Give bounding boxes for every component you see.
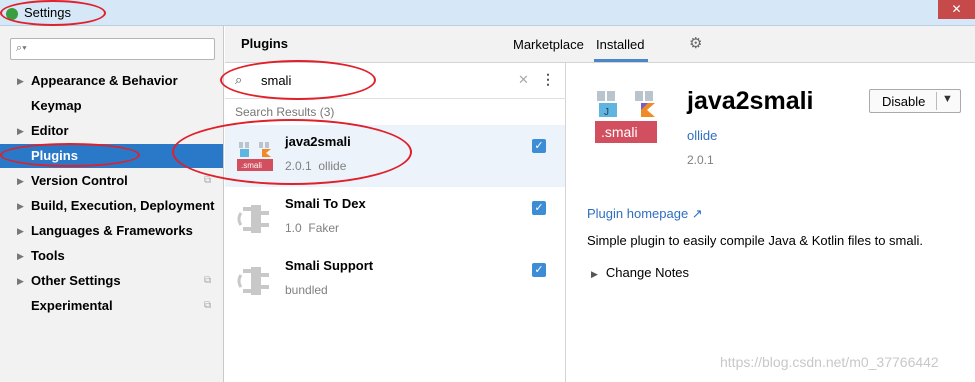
- app-icon: [6, 8, 18, 20]
- plugin-row-smali-support[interactable]: Smali Support bundled ✓: [225, 249, 565, 311]
- button-divider: [936, 92, 937, 110]
- sidebar-item-other-settings[interactable]: ▶ Other Settings ⧉: [0, 269, 223, 293]
- plugin-name: java2smali: [285, 134, 351, 149]
- svg-text:J: J: [604, 107, 609, 118]
- sidebar-item-label: Experimental: [31, 298, 113, 313]
- plugin-name: Smali Support: [285, 258, 374, 273]
- expand-arrow-icon[interactable]: ▶: [17, 169, 24, 193]
- change-notes-label: Change Notes: [605, 265, 690, 280]
- expand-arrow-icon[interactable]: ▶: [17, 269, 24, 293]
- plugin-search-field[interactable]: ⌕ smali ✕ ⋮: [225, 63, 566, 99]
- plugin-homepage-link[interactable]: Plugin homepage ↗: [587, 206, 703, 222]
- plugin-enabled-checkbox[interactable]: ✓: [532, 263, 546, 277]
- close-button[interactable]: ✕: [938, 0, 975, 19]
- disable-label: Disable: [882, 94, 926, 109]
- project-scope-icon: ⧉: [204, 175, 212, 186]
- project-scope-icon: ⧉: [204, 300, 212, 311]
- sidebar-item-label: Editor: [31, 123, 69, 138]
- gear-icon[interactable]: ⚙: [689, 34, 702, 52]
- settings-sidebar: ⌕▾ ▶ Appearance & Behavior Keymap ▶ Editor Pl…: [0, 26, 224, 382]
- search-icon: ⌕▾: [16, 42, 27, 54]
- sidebar-item-plugins[interactable]: Plugins: [0, 144, 223, 168]
- plugins-header: Plugins Marketplace Installed ⚙: [225, 26, 975, 63]
- plugin-version: 2.0.1: [687, 153, 714, 167]
- java2smali-icon: .smali: [237, 142, 273, 171]
- expand-arrow-icon[interactable]: ▶: [17, 69, 24, 93]
- tab-marketplace[interactable]: Marketplace: [513, 37, 584, 52]
- plugin-vendor: Faker: [308, 221, 340, 235]
- plugin-detail-pane: J .smali java2smali ollide 2.0.1 Disable…: [567, 63, 975, 382]
- sidebar-item-tools[interactable]: ▶ Tools: [0, 244, 223, 268]
- sidebar-item-label: Keymap: [31, 98, 82, 113]
- sidebar-item-build-execution-deployment[interactable]: ▶ Build, Execution, Deployment: [0, 194, 223, 218]
- plugin-version: 2.0.1: [285, 159, 312, 173]
- disable-button[interactable]: Disable ▼: [869, 89, 961, 113]
- plugin-meta: 2.0.1 ollide: [285, 159, 346, 173]
- sidebar-item-experimental[interactable]: Experimental ⧉: [0, 294, 223, 318]
- sidebar-item-label: Appearance & Behavior: [31, 73, 178, 88]
- active-tab-indicator: [594, 59, 648, 62]
- project-scope-icon: ⧉: [204, 275, 212, 286]
- change-notes-toggle[interactable]: ▶ Change Notes: [591, 265, 689, 280]
- sidebar-item-label: Languages & Frameworks: [31, 223, 193, 238]
- plugin-enabled-checkbox[interactable]: ✓: [532, 139, 546, 153]
- plugin-generic-icon: [237, 205, 269, 233]
- expand-arrow-icon: ▶: [591, 269, 598, 279]
- search-icon: ⌕: [235, 72, 243, 87]
- chevron-down-icon[interactable]: ▼: [942, 93, 953, 105]
- java2smali-logo-icon: J .smali: [595, 91, 657, 143]
- plugin-meta: bundled: [285, 283, 328, 297]
- plugin-generic-icon: [237, 267, 269, 295]
- sidebar-item-languages-frameworks[interactable]: ▶ Languages & Frameworks: [0, 219, 223, 243]
- sidebar-item-keymap[interactable]: Keymap: [0, 94, 223, 118]
- sidebar-item-label: Plugins: [31, 148, 78, 163]
- expand-arrow-icon[interactable]: ▶: [17, 244, 24, 268]
- icon-text: .smali: [601, 124, 638, 140]
- title-bar: Settings ✕: [0, 0, 975, 26]
- sidebar-item-label: Build, Execution, Deployment: [31, 198, 215, 213]
- sidebar-item-version-control[interactable]: ▶ Version Control ⧉: [0, 169, 223, 193]
- expand-arrow-icon[interactable]: ▶: [17, 194, 24, 218]
- plugin-list-pane: ⌕ smali ✕ ⋮ Search Results (3) .smali jav…: [225, 63, 566, 382]
- plugin-enabled-checkbox[interactable]: ✓: [532, 201, 546, 215]
- sidebar-item-label: Other Settings: [31, 273, 121, 288]
- clear-icon[interactable]: ✕: [518, 72, 529, 88]
- plugin-vendor-link[interactable]: ollide: [687, 128, 717, 143]
- sidebar-item-label: Version Control: [31, 173, 128, 188]
- plugin-vendor: bundled: [285, 283, 328, 297]
- plugin-name: Smali To Dex: [285, 196, 366, 211]
- plugin-search-value[interactable]: smali: [261, 73, 291, 88]
- sidebar-item-appearance-behavior[interactable]: ▶ Appearance & Behavior: [0, 69, 223, 93]
- sidebar-item-editor[interactable]: ▶ Editor: [0, 119, 223, 143]
- plugin-version: 1.0: [285, 221, 302, 235]
- plugin-description: Simple plugin to easily compile Java & K…: [587, 233, 923, 248]
- icon-text: .smali: [241, 161, 262, 170]
- expand-arrow-icon[interactable]: ▶: [17, 119, 24, 143]
- search-results-label: Search Results (3): [235, 105, 335, 119]
- more-options-icon[interactable]: ⋮: [541, 71, 555, 88]
- plugin-row-smali-to-dex[interactable]: Smali To Dex 1.0 Faker ✓: [225, 187, 565, 249]
- plugin-row-java2smali[interactable]: .smali java2smali 2.0.1 ollide ✓: [225, 125, 565, 187]
- plugin-detail-name: java2smali: [687, 87, 814, 115]
- sidebar-item-label: Tools: [31, 248, 65, 263]
- plugin-vendor: ollide: [318, 159, 347, 173]
- expand-arrow-icon[interactable]: ▶: [17, 219, 24, 243]
- tab-installed[interactable]: Installed: [596, 37, 644, 52]
- page-title: Plugins: [241, 36, 288, 51]
- watermark-text: https://blog.csdn.net/m0_37766442: [720, 354, 939, 370]
- window-title: Settings: [24, 5, 71, 20]
- plugin-meta: 1.0 Faker: [285, 221, 339, 235]
- settings-search-input[interactable]: ⌕▾: [10, 38, 215, 60]
